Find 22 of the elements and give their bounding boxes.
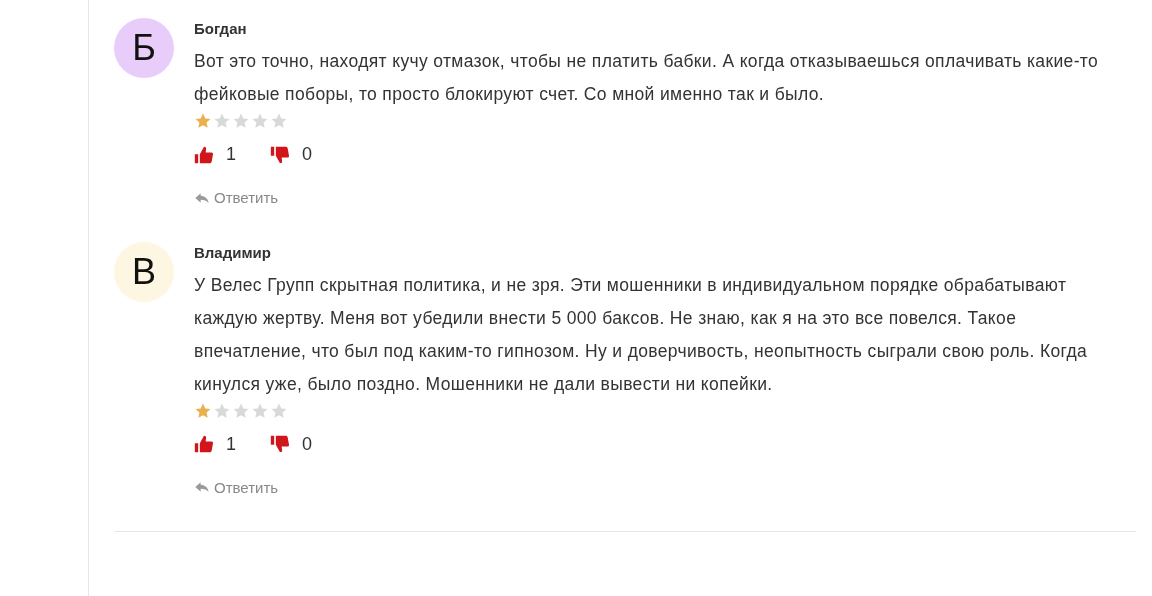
comment-text: У Велес Групп скрытная политика, и не зря. Эти мошенники в индивидуальном порядке обрабатывают каждую жертву. Меня вот убедили внести 5 000 баксов. Не знаю, как я на это все повелся. Такое впечатление, что был под каким-то гипнозом. Ну и доверчивость, неопытность сыграли свою роль. Когда кинулся уже, было поздно. Мошенники не дали вывести ни копейки. (194, 273, 1089, 396)
thumbs-up-icon (194, 144, 214, 165)
like-button[interactable]: 1 (194, 433, 236, 455)
avatar: В (114, 241, 174, 302)
star-icon (232, 112, 250, 130)
thumbs-up-icon (194, 434, 214, 454)
thumbs-down-icon (270, 144, 290, 165)
reply-link[interactable]: Ответить (194, 189, 279, 206)
reply-link[interactable]: Ответить (194, 478, 279, 496)
reply-icon (194, 479, 210, 495)
author-name: Владимир (194, 243, 272, 261)
like-button[interactable]: 1 (194, 144, 236, 165)
thumbs-down-icon (270, 434, 290, 454)
dislike-button[interactable]: 0 (270, 144, 313, 165)
dislike-button[interactable]: 0 (270, 433, 313, 455)
comment-text: Вот это точно, находят кучу отмазок, чтобы не платить бабки. А когда отказываешься оплачивать какие-то фейковые поборы, то просто блокируют счет. Со мной именно так и было. (194, 50, 1100, 106)
star-icon (194, 112, 212, 130)
star-icon (251, 112, 269, 130)
avatar: Б (114, 18, 174, 78)
star-icon (270, 112, 288, 130)
star-icon (213, 112, 231, 130)
author-name: Богдан (194, 20, 248, 37)
